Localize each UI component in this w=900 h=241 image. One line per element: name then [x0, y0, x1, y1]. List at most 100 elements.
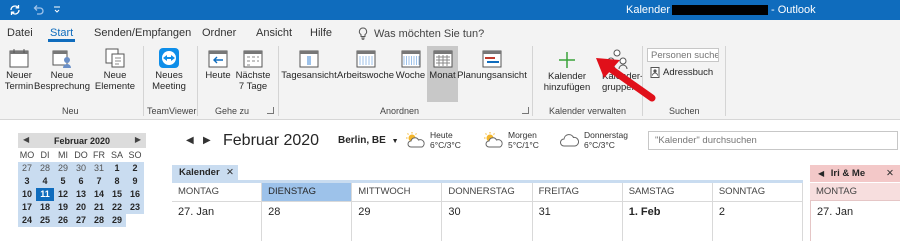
month-button[interactable]: Monat [427, 46, 458, 102]
day-cell[interactable]: 27. Jan [172, 201, 263, 241]
mini-day[interactable]: 25 [36, 214, 54, 227]
weather-tomorrow[interactable]: Morgen 5°C/1°C [482, 130, 539, 150]
mini-day[interactable]: 5 [54, 175, 72, 188]
mini-day[interactable]: 30 [72, 162, 90, 175]
mini-day[interactable]: 14 [90, 188, 108, 201]
calendar-search-input[interactable] [648, 131, 898, 150]
new-meeting-label: Neue Besprechung [34, 70, 90, 92]
schedule-view-button[interactable]: Planungsansicht [457, 47, 527, 81]
calendar2-day-cell[interactable]: 27. Jan [810, 201, 900, 241]
weather-temp: 6°C/3°C [430, 140, 461, 150]
calendar-tab-label: Kalender [179, 167, 220, 178]
day-cell[interactable]: 29 [352, 201, 443, 241]
close-icon[interactable]: ✕ [226, 165, 234, 180]
window-title: Kalender - [626, 4, 677, 16]
mini-day[interactable]: 7 [90, 175, 108, 188]
mini-day[interactable]: 15 [108, 188, 126, 201]
mini-day[interactable]: 20 [72, 201, 90, 214]
day-cell[interactable]: 28 [262, 201, 353, 241]
mini-day[interactable]: 22 [108, 201, 126, 214]
mini-day[interactable]: 27 [18, 162, 36, 175]
sync-icon[interactable] [8, 3, 22, 17]
tab-ordner[interactable]: Ordner [202, 27, 236, 39]
mini-day[interactable]: 26 [54, 214, 72, 227]
mini-day[interactable]: 1 [108, 162, 126, 175]
next-7-days-button[interactable]: Nächste 7 Tage [235, 47, 271, 92]
day-cell[interactable]: 31 [533, 201, 623, 241]
weekday-label: FR [93, 150, 105, 160]
location-dropdown[interactable]: Berlin, BE ▼ [338, 135, 399, 146]
mini-day[interactable]: 8 [108, 175, 126, 188]
mini-prev-month-arrow[interactable]: ◀ [23, 135, 29, 144]
mini-day[interactable]: 9 [126, 175, 144, 188]
mini-day[interactable]: 2 [126, 162, 144, 175]
tab-senden-empfangen[interactable]: Senden/Empfangen [94, 27, 191, 39]
prev-month-arrow[interactable]: ◀ [186, 135, 194, 146]
day-header-row: MONTAG DIENSTAG MITTWOCH DONNERSTAG FREITAG S… [172, 183, 803, 202]
tab-start[interactable]: Start [50, 27, 73, 39]
weekday-label: DI [40, 150, 50, 160]
mini-day-today[interactable]: 11 [36, 188, 54, 201]
day-cell[interactable]: 2 [713, 201, 803, 241]
teamviewer-meeting-button[interactable]: Neues Meeting [147, 47, 191, 92]
mini-next-month-arrow[interactable]: ▶ [135, 135, 141, 144]
weather-thursday[interactable]: Donnerstag 6°C/3°C [558, 130, 628, 150]
mini-day[interactable]: 16 [126, 188, 144, 201]
lightbulb-icon [358, 27, 368, 40]
gehe-zu-dialog-launcher[interactable] [267, 107, 274, 114]
close-icon[interactable]: ✕ [886, 165, 894, 182]
tell-me-search[interactable]: Was möchten Sie tun? [358, 27, 484, 40]
weather-today[interactable]: Heute 6°C/3°C [404, 130, 461, 150]
mini-day[interactable]: 3 [18, 175, 36, 188]
mini-day[interactable]: 13 [72, 188, 90, 201]
day-header: FREITAG [532, 183, 623, 202]
new-appointment-button[interactable]: Neuer Termin [4, 47, 34, 92]
mini-day[interactable]: 29 [54, 162, 72, 175]
chevron-down-icon: ▼ [391, 138, 399, 145]
address-book-label: Adressbuch [663, 67, 714, 78]
calendar-tab[interactable]: Kalender ✕ [172, 165, 238, 180]
day-header: DIENSTAG [262, 183, 353, 202]
work-week-button[interactable]: Arbeitswoche [337, 47, 394, 81]
address-book-button[interactable]: Adressbuch [650, 67, 713, 78]
mini-day[interactable]: 17 [18, 201, 36, 214]
mini-day[interactable]: 19 [54, 201, 72, 214]
mini-day[interactable]: 18 [36, 201, 54, 214]
anordnen-dialog-launcher[interactable] [522, 107, 529, 114]
teamviewer-meeting-label: Neues Meeting [152, 70, 186, 92]
day-cell[interactable]: 1. Feb [623, 201, 713, 241]
next-month-arrow[interactable]: ▶ [203, 135, 211, 146]
day-header: SONNTAG [712, 183, 803, 202]
new-meeting-button[interactable]: Neue Besprechung [34, 47, 90, 92]
tab-datei[interactable]: Datei [7, 27, 33, 39]
work-week-label: Arbeitswoche [336, 70, 395, 81]
mini-day[interactable]: 31 [90, 162, 108, 175]
mini-day[interactable]: 4 [36, 175, 54, 188]
mini-day[interactable]: 29 [108, 214, 126, 227]
mini-day[interactable]: 12 [54, 188, 72, 201]
day-cell[interactable]: 30 [442, 201, 533, 241]
mini-day[interactable]: 6 [72, 175, 90, 188]
add-calendar-icon [559, 52, 575, 68]
undo-icon[interactable] [31, 3, 45, 17]
mini-day[interactable]: 10 [18, 188, 36, 201]
mini-day[interactable]: 28 [90, 214, 108, 227]
calendar2-tab[interactable]: ◀ Iri & Me ✕ [810, 165, 900, 182]
mini-day[interactable]: 21 [90, 201, 108, 214]
calendar2-day-header: MONTAG [810, 183, 900, 201]
customize-quick-access-icon[interactable] [50, 3, 64, 17]
weekday-label: SO [128, 150, 142, 160]
tab-hilfe[interactable]: Hilfe [310, 27, 332, 39]
new-items-button[interactable]: Neue Elemente [90, 47, 140, 92]
arrow-left-icon[interactable]: ◀ [818, 169, 824, 178]
today-button[interactable]: Heute [202, 47, 234, 81]
mini-day[interactable]: 27 [72, 214, 90, 227]
mini-day[interactable]: 23 [126, 201, 144, 214]
mini-day[interactable]: 28 [36, 162, 54, 175]
week-button[interactable]: Woche [395, 47, 426, 81]
day-view-button[interactable]: Tagesansicht [281, 47, 337, 81]
annotation-arrow [596, 58, 656, 102]
tab-ansicht[interactable]: Ansicht [256, 27, 292, 39]
add-calendar-button[interactable]: Kalender hinzufügen [536, 50, 598, 93]
mini-day[interactable]: 24 [18, 214, 36, 227]
